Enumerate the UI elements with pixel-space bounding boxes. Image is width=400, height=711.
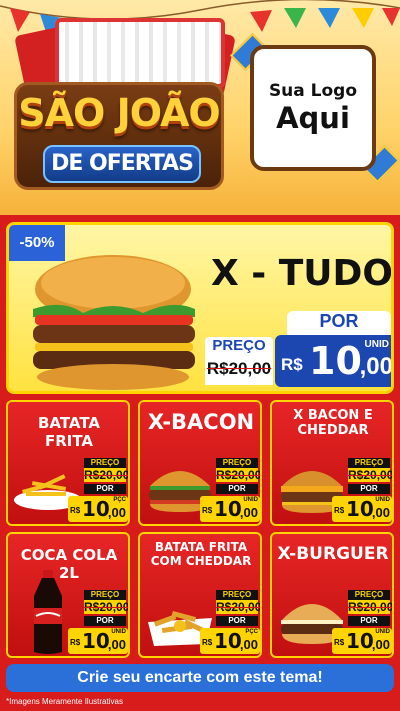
new-price: R$ 10 UNID ,00 bbox=[332, 496, 392, 522]
logo-text-line2: Aqui bbox=[276, 101, 350, 135]
new-price: R$ 10 PÇC ,00 bbox=[68, 496, 128, 522]
old-price: R$20,00 bbox=[205, 359, 273, 385]
old-price: R$20,00 bbox=[348, 468, 394, 482]
price-cents: ,00 bbox=[371, 505, 390, 520]
price-unit: UNID bbox=[375, 629, 390, 635]
preco-label: PREÇO bbox=[84, 458, 126, 468]
new-price: R$ 10 UNID ,00 bbox=[275, 335, 393, 387]
por-label: POR bbox=[287, 311, 391, 335]
price-unit: PÇC bbox=[113, 497, 126, 503]
price-currency: R$ bbox=[281, 355, 303, 374]
price-integer: 10 bbox=[346, 497, 374, 521]
por-label: POR bbox=[84, 484, 126, 494]
preco-label: PREÇO bbox=[348, 590, 390, 600]
product-card[interactable]: BATATA FRITA PREÇO R$20,00 POR R$ 10 PÇC… bbox=[6, 400, 130, 526]
price-cents: ,00 bbox=[107, 637, 126, 652]
preco-label: PREÇO bbox=[216, 458, 258, 468]
por-label: POR bbox=[348, 616, 390, 626]
price-cents: ,00 bbox=[359, 353, 393, 380]
price-cents: ,00 bbox=[107, 505, 126, 520]
accordion-icon bbox=[55, 18, 225, 88]
old-price: R$20,00 bbox=[84, 468, 130, 482]
product-name: BATATA FRITA COM CHEDDAR bbox=[150, 540, 252, 568]
por-label: POR bbox=[84, 616, 126, 626]
preco-label: PREÇO bbox=[348, 458, 390, 468]
product-name: X BACON E CHEDDAR bbox=[293, 408, 373, 438]
new-price: R$ 10 UNID ,00 bbox=[332, 628, 392, 654]
price-integer: 10 bbox=[346, 629, 374, 653]
price-cents: ,00 bbox=[239, 505, 258, 520]
create-flyer-button[interactable]: Crie seu encarte com este tema! bbox=[6, 664, 394, 692]
price-unit: UNID bbox=[364, 339, 389, 350]
featured-product-card[interactable]: -50% X - TUDO POR PREÇO R$20,00 R$ 10 UN… bbox=[6, 222, 394, 394]
por-label: POR bbox=[216, 616, 258, 626]
product-card[interactable]: COCA COLA 2L PREÇO R$20,00 POR R$ 10 UNI… bbox=[6, 532, 130, 658]
price-integer: 10 bbox=[82, 497, 110, 521]
old-price: R$20,00 bbox=[84, 600, 130, 614]
header-banner: SÃO JOÃO DE OFERTAS Sua Logo Aqui bbox=[0, 0, 400, 215]
title-plate: SÃO JOÃO DE OFERTAS bbox=[14, 82, 224, 190]
new-price: R$ 10 PÇC ,00 bbox=[200, 628, 260, 654]
por-label: POR bbox=[348, 484, 390, 494]
old-price: R$20,00 bbox=[216, 468, 262, 482]
preco-label: PREÇO bbox=[84, 590, 126, 600]
product-card[interactable]: BATATA FRITA COM CHEDDAR PREÇO R$20,00 P… bbox=[138, 532, 262, 658]
price-currency: R$ bbox=[334, 638, 345, 647]
price-cents: ,00 bbox=[239, 637, 258, 652]
price-currency: R$ bbox=[70, 638, 81, 647]
new-price: R$ 10 UNID ,00 bbox=[68, 628, 128, 654]
price-integer: 10 bbox=[309, 339, 362, 383]
new-price: R$ 10 UNID ,00 bbox=[200, 496, 260, 522]
price-currency: R$ bbox=[334, 506, 345, 515]
soda-bottle-icon bbox=[34, 570, 62, 654]
price-unit: UNID bbox=[111, 629, 126, 635]
logo-placeholder[interactable]: Sua Logo Aqui bbox=[250, 45, 376, 171]
old-price: R$20,00 bbox=[216, 600, 262, 614]
disclaimer-text: *Imagens Meramente Ilustrativas bbox=[6, 697, 123, 706]
product-card[interactable]: X-BACON PREÇO R$20,00 POR R$ 10 UNID ,00 bbox=[138, 400, 262, 526]
product-name: BATATA FRITA bbox=[37, 414, 101, 450]
price-unit: PÇC bbox=[245, 629, 258, 635]
price-integer: 10 bbox=[214, 497, 242, 521]
product-card[interactable]: X-BURGUER PREÇO R$20,00 POR R$ 10 UNID ,… bbox=[270, 532, 394, 658]
old-price: R$20,00 bbox=[348, 600, 394, 614]
price-integer: 10 bbox=[214, 629, 242, 653]
product-name: X-BACON bbox=[147, 410, 255, 434]
product-card[interactable]: X BACON E CHEDDAR PREÇO R$20,00 POR R$ 1… bbox=[270, 400, 394, 526]
price-cents: ,00 bbox=[371, 637, 390, 652]
discount-badge: -50% bbox=[9, 225, 65, 261]
page-title: SÃO JOÃO bbox=[18, 91, 220, 135]
burger-icon bbox=[33, 255, 195, 390]
price-currency: R$ bbox=[202, 506, 213, 515]
price-unit: UNID bbox=[375, 497, 390, 503]
product-name: X-BURGUER bbox=[277, 544, 389, 564]
page-subtitle: DE OFERTAS bbox=[43, 145, 201, 183]
por-label: POR bbox=[216, 484, 258, 494]
price-currency: R$ bbox=[70, 506, 81, 515]
preco-label: PREÇO bbox=[216, 590, 258, 600]
price-currency: R$ bbox=[202, 638, 213, 647]
logo-text-line1: Sua Logo bbox=[268, 81, 358, 101]
price-unit: UNID bbox=[243, 497, 258, 503]
price-integer: 10 bbox=[82, 629, 110, 653]
preco-label: PREÇO bbox=[205, 337, 273, 359]
featured-product-name: X - TUDO bbox=[210, 253, 394, 294]
